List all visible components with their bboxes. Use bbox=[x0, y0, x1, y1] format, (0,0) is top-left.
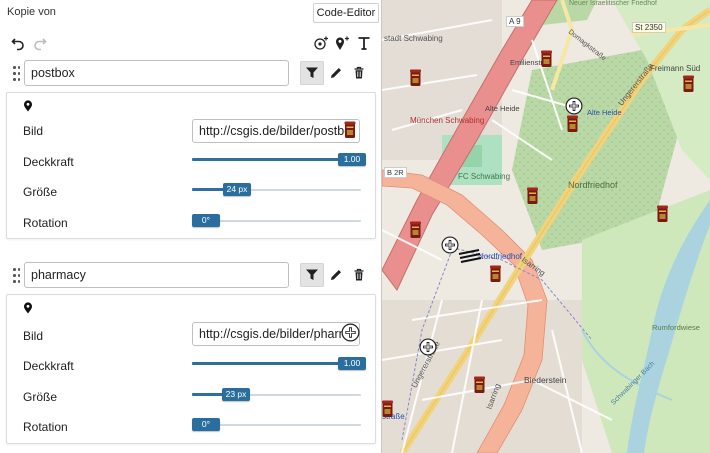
size-slider[interactable]: 24 px bbox=[192, 181, 361, 199]
filter-icon[interactable] bbox=[300, 61, 324, 85]
pharmacy-marker[interactable] bbox=[419, 338, 437, 356]
rotation-slider[interactable]: 0° bbox=[192, 416, 361, 434]
map-label-st2350: St 2350 bbox=[632, 22, 666, 33]
panel-title: Kopie von bbox=[7, 6, 56, 18]
code-editor-button[interactable]: Code-Editor bbox=[313, 3, 379, 23]
postbox-marker[interactable] bbox=[567, 115, 578, 133]
opacity-label: Deckkraft bbox=[23, 359, 74, 373]
map-label-nordfriedhof-station: Nordfriedhof bbox=[478, 252, 523, 261]
postbox-marker[interactable] bbox=[683, 75, 694, 93]
postbox-marker[interactable] bbox=[541, 50, 552, 68]
map-label-stadt-schwabing: stadt Schwabing bbox=[384, 34, 443, 43]
rule-header bbox=[6, 262, 376, 290]
image-label: Bild bbox=[23, 329, 44, 343]
add-point-icon[interactable] bbox=[312, 34, 330, 52]
delete-icon[interactable] bbox=[347, 263, 371, 287]
opacity-slider[interactable]: 1.00 bbox=[192, 355, 366, 373]
opacity-label: Deckkraft bbox=[23, 155, 74, 169]
rotation-label: Rotation bbox=[23, 420, 68, 434]
edit-icon[interactable] bbox=[324, 263, 348, 287]
marker-symbol-icon bbox=[24, 302, 32, 314]
size-value[interactable]: 23 px bbox=[222, 388, 250, 401]
map-label-alte-heide-station: Alte Heide bbox=[587, 108, 622, 117]
size-value[interactable]: 24 px bbox=[223, 183, 251, 196]
postbox-marker[interactable] bbox=[382, 400, 393, 418]
postbox-marker[interactable] bbox=[657, 205, 668, 223]
postbox-image-preview bbox=[344, 121, 356, 138]
size-label: Größe bbox=[23, 390, 58, 404]
text-annotation-icon[interactable] bbox=[457, 246, 483, 266]
add-text-icon[interactable] bbox=[355, 34, 373, 52]
map-label-nordfriedhof: Nordfriedhof bbox=[568, 180, 618, 190]
image-label: Bild bbox=[23, 124, 44, 138]
redo-icon[interactable] bbox=[31, 34, 49, 52]
image-url-input[interactable] bbox=[192, 119, 360, 143]
symbolizer-card: Bild Deckkraft 1.00 Größe 24 px Rotation… bbox=[6, 92, 376, 239]
rule-name-input[interactable] bbox=[24, 60, 289, 86]
drag-handle-icon[interactable] bbox=[13, 65, 21, 83]
map-label-fc-schwabing: FC Schwabing bbox=[458, 172, 511, 181]
map-label-alte-heide: Alte Heide bbox=[485, 104, 520, 113]
map-label-emilienstr: Emilienstr. bbox=[510, 58, 545, 67]
rotation-value[interactable]: 0° bbox=[192, 418, 220, 431]
map-label-biederstein: Biederstein bbox=[524, 375, 567, 385]
map-label-b2r: B 2R bbox=[384, 167, 407, 178]
undo-icon[interactable] bbox=[9, 34, 27, 52]
marker-symbol-icon bbox=[24, 100, 32, 112]
postbox-marker[interactable] bbox=[410, 69, 421, 87]
map-label-israel-cemetery: Neuer Israelitischer Friedhof bbox=[569, 0, 657, 7]
rotation-label: Rotation bbox=[23, 216, 68, 230]
add-marker-icon[interactable] bbox=[333, 34, 351, 52]
edit-icon[interactable] bbox=[324, 61, 348, 85]
map-view[interactable]: A 9 St 2350 Neuer Israelitischer Friedho… bbox=[382, 0, 710, 453]
rotation-slider[interactable]: 0° bbox=[192, 212, 361, 230]
symbolizer-card: Bild Deckkraft 1.00 Größe 23 px Rotation… bbox=[6, 294, 376, 444]
size-label: Größe bbox=[23, 185, 58, 199]
style-editor-panel: Kopie von Code-Editor postbox Bild http:… bbox=[0, 0, 382, 453]
rotation-value[interactable]: 0° bbox=[192, 214, 220, 227]
size-slider[interactable]: 23 px bbox=[192, 386, 361, 404]
postbox-marker[interactable] bbox=[474, 376, 485, 394]
postbox-marker[interactable] bbox=[410, 221, 421, 239]
drag-handle-icon[interactable] bbox=[13, 267, 21, 285]
panel-header: Kopie von Code-Editor bbox=[0, 0, 381, 24]
rule-header bbox=[6, 60, 376, 88]
image-url-input[interactable] bbox=[192, 322, 360, 346]
filter-icon[interactable] bbox=[300, 263, 324, 287]
opacity-value[interactable]: 1.00 bbox=[338, 357, 366, 370]
toolbar bbox=[0, 32, 381, 54]
rule-name-input[interactable] bbox=[24, 262, 289, 288]
map-label-muenchen-schwabing: München Schwabing bbox=[410, 116, 485, 125]
pharmacy-image-preview bbox=[341, 323, 360, 342]
delete-icon[interactable] bbox=[347, 61, 371, 85]
map-label-a9: A 9 bbox=[506, 16, 524, 27]
opacity-value[interactable]: 1.00 bbox=[338, 153, 366, 166]
postbox-marker[interactable] bbox=[527, 187, 538, 205]
postbox-marker[interactable] bbox=[490, 265, 501, 283]
map-label-rumfordwiese: Rumfordwiese bbox=[652, 323, 700, 332]
opacity-slider[interactable]: 1.00 bbox=[192, 151, 366, 169]
pharmacy-marker[interactable] bbox=[565, 97, 583, 115]
map-label-freimann-sued: Freimann Süd bbox=[650, 64, 701, 73]
